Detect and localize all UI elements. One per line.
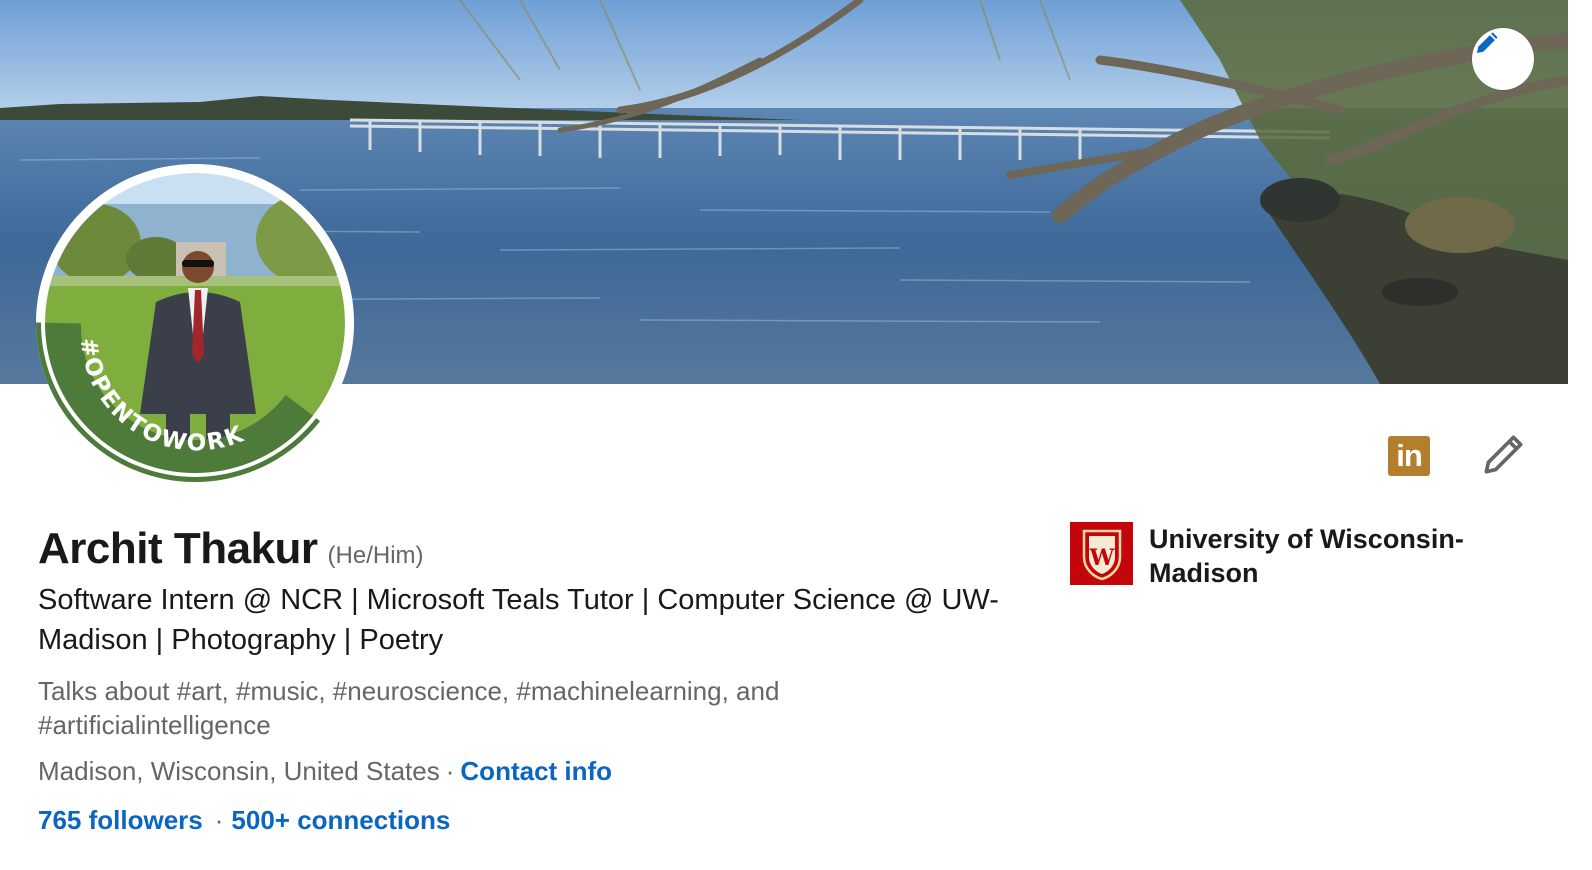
edit-intro-button[interactable] [1478,430,1528,480]
linkedin-icon[interactable]: in [1388,436,1430,476]
profile-headline: Software Intern @ NCR | Microsoft Teals … [38,584,999,656]
pencil-outline-icon [1484,435,1523,474]
open-to-work-frame: #OPENTOWORK [36,164,354,482]
separator-dot: · [214,805,224,835]
location-row: Madison, Wisconsin, United States · Contac… [38,756,612,787]
profile-name: Archit Thakur [38,524,318,573]
talks-about: Talks about #art, #music, #neuroscience,… [38,676,780,740]
connections-link[interactable]: 500+ connections [231,805,450,835]
pencil-icon [1477,32,1498,53]
pronouns: (He/Him) [327,542,424,569]
crest-letter: W [1088,545,1114,571]
profile-photo[interactable]: #OPENTOWORK [36,164,354,482]
name-row: Archit Thakur (He/Him) [38,524,424,574]
contact-info-link[interactable]: Contact info [460,756,612,786]
school-name[interactable]: University of Wisconsin-Madison [1149,522,1509,590]
followers-link[interactable]: 765 followers [38,805,203,835]
location: Madison, Wisconsin, United States [38,756,440,786]
network-stats: 765 followers · 500+ connections [38,805,450,836]
edit-cover-photo-button[interactable] [1472,28,1534,90]
school-logo[interactable]: W [1070,522,1133,585]
separator-dot: · [445,756,455,786]
linkedin-icon-text: in [1396,438,1423,473]
crest-icon: W [1082,529,1121,580]
